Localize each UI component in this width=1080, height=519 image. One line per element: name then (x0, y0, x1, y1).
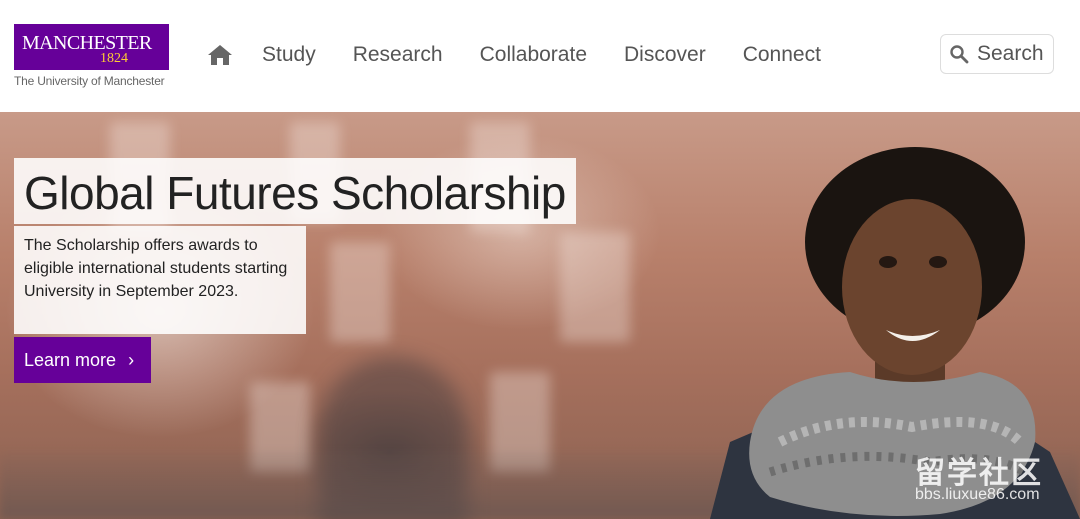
learn-more-label: Learn more (24, 349, 117, 370)
hero-description: The Scholarship offers awards to eligibl… (24, 237, 288, 300)
nav-item-research[interactable]: Research (353, 43, 443, 67)
nav-item-collaborate[interactable]: Collaborate (480, 43, 587, 67)
learn-more-button[interactable]: Learn more › (14, 337, 151, 383)
main-nav: Study Research Collaborate Discover Conn… (206, 38, 858, 72)
site-header: MANCHESTER 1824 The University of Manche… (0, 0, 1080, 112)
watermark-url: bbs.liuxue86.com (915, 486, 1040, 503)
hero-title: Global Futures Scholarship (24, 167, 566, 219)
home-icon[interactable] (206, 41, 234, 69)
search-button[interactable]: Search (940, 34, 1054, 74)
background-window (330, 242, 390, 342)
chevron-right-icon: › (128, 349, 135, 370)
search-icon (949, 44, 969, 64)
university-logo[interactable]: MANCHESTER 1824 The University of Manche… (14, 24, 170, 90)
logo-subtitle: The University of Manchester (14, 74, 165, 88)
watermark: 留学社区 bbs.liuxue86.com (915, 448, 1043, 503)
logo-wordmark: MANCHESTER (22, 32, 152, 54)
background-window (560, 232, 630, 342)
search-label: Search (977, 42, 1044, 65)
hero-title-box: Global Futures Scholarship (14, 158, 576, 224)
hero-banner: Global Futures Scholarship The Scholarsh… (0, 112, 1080, 519)
nav-item-discover[interactable]: Discover (624, 43, 706, 67)
logo-year: 1824 (100, 51, 128, 66)
nav-item-study[interactable]: Study (262, 43, 316, 67)
logo-badge: MANCHESTER 1824 (14, 24, 169, 70)
nav-item-connect[interactable]: Connect (743, 43, 821, 67)
hero-description-box: The Scholarship offers awards to eligibl… (14, 226, 306, 334)
